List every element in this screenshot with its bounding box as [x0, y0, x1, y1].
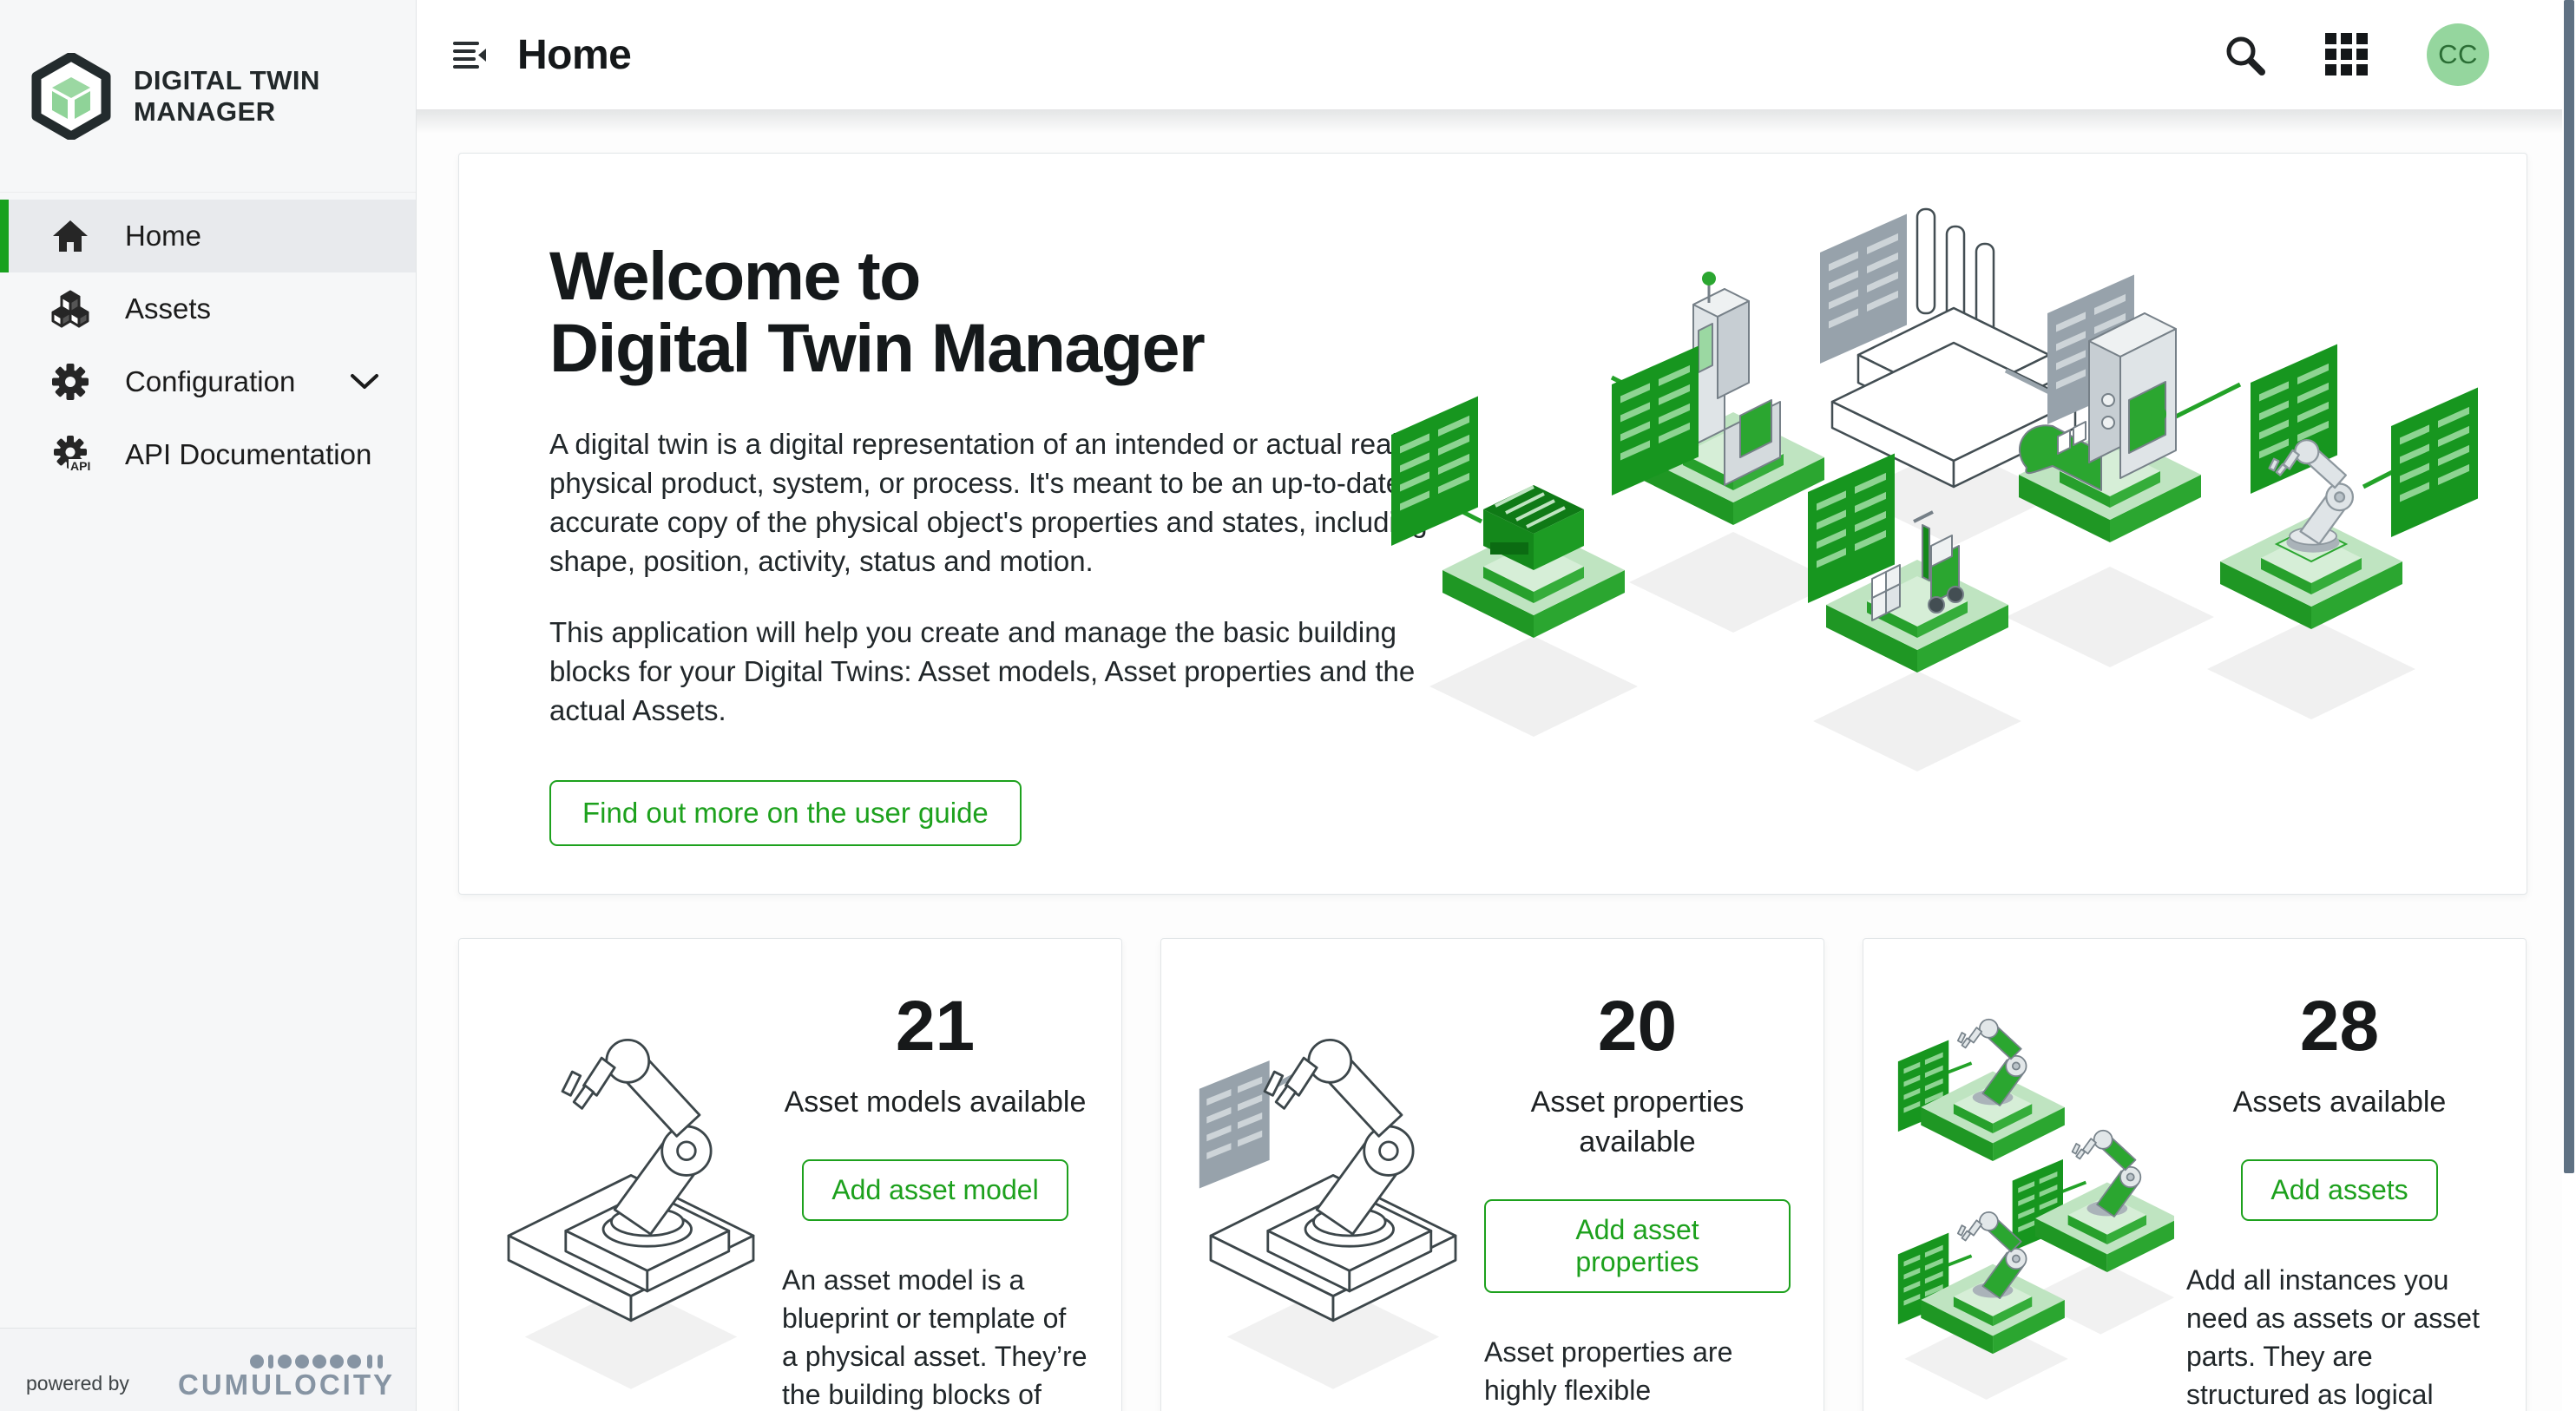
sidebar-item-label: Configuration: [125, 365, 295, 398]
topbar-actions: CC: [2222, 23, 2489, 86]
user-guide-button[interactable]: Find out more on the user guide: [549, 780, 1022, 846]
gear-icon: [50, 363, 90, 401]
cumulocity-logo: CUMULOCITY: [178, 1353, 395, 1399]
scrollbar-track[interactable]: [2562, 0, 2576, 1411]
cumulocity-wordmark: CUMULOCITY: [178, 1370, 395, 1399]
sidebar-item-configuration[interactable]: Configuration: [0, 345, 416, 418]
sidebar-item-label: Assets: [125, 292, 211, 325]
topbar: Home CC: [417, 0, 2576, 109]
app-title: DIGITAL TWIN MANAGER: [134, 65, 320, 128]
app-brand: DIGITAL TWIN MANAGER: [0, 0, 416, 193]
assets-body: 28 Assets available Add assets Add all i…: [2174, 979, 2493, 1411]
asset-properties-description: Asset properties are highly flexible par…: [1484, 1333, 1791, 1411]
digital-twin-manager-logo-icon: [31, 53, 111, 140]
chevron-down-icon[interactable]: [350, 372, 379, 391]
welcome-card: Welcome to Digital Twin Manager A digita…: [458, 153, 2527, 895]
assets-description: Add all instances you need as assets or …: [2186, 1261, 2493, 1411]
add-asset-properties-button[interactable]: Add asset properties: [1484, 1199, 1791, 1293]
asset-properties-card: 20 Asset properties available Add asset …: [1160, 938, 1824, 1411]
sidebar-item-label: Home: [125, 220, 201, 253]
asset-models-card: 21 Asset models available Add asset mode…: [458, 938, 1122, 1411]
robot-arm-outline-illustration: [492, 979, 770, 1411]
factory-floor-illustration: [1299, 166, 2514, 808]
sidebar: DIGITAL TWIN MANAGER Home: [0, 0, 417, 1411]
app-switcher-icon[interactable]: [2324, 32, 2369, 77]
asset-properties-count: 20: [1598, 991, 1677, 1062]
sidebar-item-api-documentation[interactable]: API API Documentation: [0, 418, 416, 491]
search-icon[interactable]: [2222, 32, 2267, 77]
asset-models-label: Asset models available: [785, 1083, 1087, 1123]
assets-label: Assets available: [2233, 1083, 2447, 1123]
sidebar-item-assets[interactable]: Assets: [0, 272, 416, 345]
powered-by-label: powered by: [26, 1372, 129, 1399]
asset-models-body: 21 Asset models available Add asset mode…: [770, 979, 1088, 1411]
svg-text:API: API: [70, 459, 90, 473]
sidebar-nav: Home Assets: [0, 193, 416, 491]
asset-properties-label: Asset properties available: [1484, 1083, 1791, 1163]
robot-arm-panel-illustration: [1194, 979, 1472, 1411]
cumulocity-dots-icon: [249, 1353, 395, 1370]
collapse-sidebar-icon[interactable]: [451, 36, 488, 73]
add-assets-button[interactable]: Add assets: [2241, 1159, 2437, 1221]
assets-count: 28: [2300, 991, 2379, 1062]
add-asset-model-button[interactable]: Add asset model: [802, 1159, 1068, 1221]
user-avatar[interactable]: CC: [2427, 23, 2489, 86]
sidebar-item-label: API Documentation: [125, 438, 371, 471]
scrollbar-thumb[interactable]: [2564, 0, 2574, 1173]
green-robot-fleet-illustration: [1896, 979, 2174, 1411]
assets-cubes-icon: [50, 290, 90, 328]
main-area: Home CC: [417, 0, 2576, 1411]
stat-cards-row: 21 Asset models available Add asset mode…: [458, 938, 2527, 1411]
sidebar-footer: powered by CUMULOCITY: [0, 1328, 416, 1411]
asset-properties-body: 20 Asset properties available Add asset …: [1472, 979, 1791, 1411]
sidebar-item-home[interactable]: Home: [0, 200, 416, 272]
home-icon: [50, 219, 90, 253]
api-gear-icon: API: [50, 435, 90, 475]
asset-models-description: An asset model is a blueprint or templat…: [782, 1261, 1088, 1411]
asset-models-count: 21: [896, 991, 975, 1062]
page-title: Home: [517, 31, 631, 79]
page-content: Welcome to Digital Twin Manager A digita…: [417, 109, 2576, 1411]
assets-card: 28 Assets available Add assets Add all i…: [1863, 938, 2527, 1411]
